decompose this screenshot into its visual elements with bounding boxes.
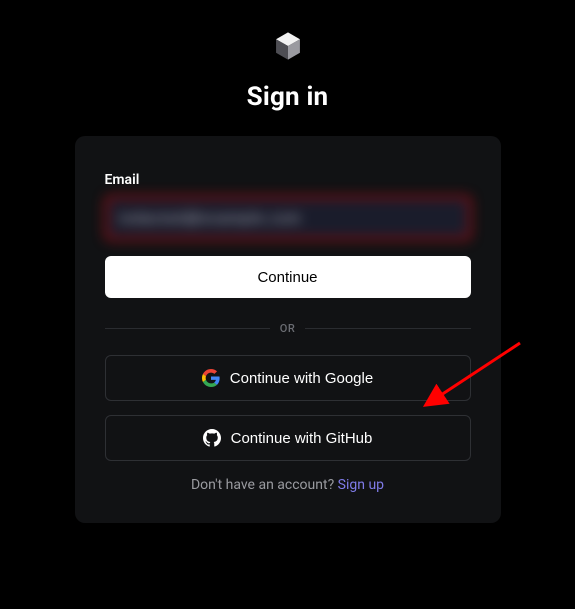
page-title: Sign in — [247, 82, 329, 112]
continue-with-google-button[interactable]: Continue with Google — [105, 355, 471, 401]
github-button-label: Continue with GitHub — [231, 430, 373, 447]
signup-prompt-text: Don't have an account? — [191, 477, 338, 493]
continue-with-github-button[interactable]: Continue with GitHub — [105, 415, 471, 461]
google-button-label: Continue with Google — [230, 370, 373, 387]
github-icon — [203, 429, 221, 447]
signup-prompt: Don't have an account? Sign up — [105, 477, 471, 493]
email-input[interactable] — [105, 196, 471, 240]
divider-text: OR — [280, 322, 296, 335]
divider-line — [305, 328, 470, 329]
divider-line — [105, 328, 270, 329]
divider: OR — [105, 322, 471, 335]
google-icon — [202, 369, 220, 387]
email-label: Email — [105, 172, 471, 188]
continue-button[interactable]: Continue — [105, 256, 471, 298]
signup-link[interactable]: Sign up — [338, 477, 384, 493]
signin-card: Email Continue OR Continue with Google C… — [75, 136, 501, 523]
cube-icon — [271, 29, 305, 63]
app-logo — [270, 28, 306, 64]
